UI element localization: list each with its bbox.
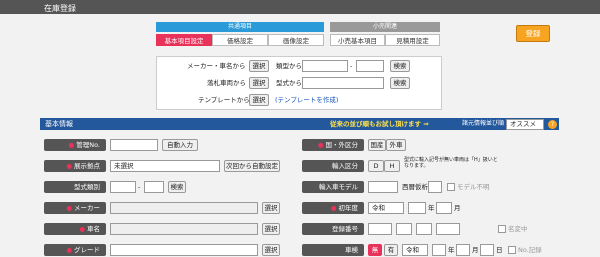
inspection-year-unit: 年: [448, 246, 455, 254]
order-label: 諸元情報並び順: [462, 120, 505, 127]
order-select[interactable]: オススメ: [506, 119, 544, 130]
type-code-input-2[interactable]: [356, 60, 384, 72]
display-location-label: ● 展示拠点: [44, 160, 106, 172]
model-code-input[interactable]: [302, 77, 384, 89]
type-search-label: 類型から: [276, 62, 302, 70]
reg-no-input-3[interactable]: [416, 223, 432, 235]
name-change-checkbox[interactable]: [498, 225, 506, 233]
tab-group-retail-header: 小売関連: [330, 22, 440, 32]
inspection-month-unit: 月: [472, 246, 479, 254]
grade-input[interactable]: [110, 244, 258, 256]
inspection-day-input[interactable]: [480, 244, 494, 256]
mgmt-no-label: ● 管理No.: [44, 139, 106, 151]
car-name-label: ● 車名: [44, 223, 106, 235]
first-reg-label: ● 初年度: [302, 202, 364, 214]
first-reg-year-input[interactable]: [408, 202, 426, 214]
model-type-input-2[interactable]: [144, 181, 164, 193]
grade-select[interactable]: 選択: [262, 244, 280, 256]
no-cert-checkbox[interactable]: [508, 246, 516, 254]
inspection-year-input[interactable]: [432, 244, 446, 256]
model-search-label: 型式から: [276, 79, 302, 87]
maker-select[interactable]: 選択: [262, 202, 280, 214]
type-code-input-1[interactable]: [302, 60, 348, 72]
first-reg-month-input[interactable]: [436, 202, 452, 214]
reg-no-input-1[interactable]: [368, 223, 392, 235]
type-search-button[interactable]: 検索: [390, 60, 410, 72]
import-model-label: 輸入車モデル: [302, 181, 364, 193]
model-unknown-checkbox[interactable]: [447, 183, 455, 191]
order-hint-text: 従来の並び順もお試し頂けます ⇒: [330, 120, 429, 128]
page-title-bar: 在庫登録: [0, 0, 600, 14]
reg-no-input-2[interactable]: [396, 223, 412, 235]
import-h-button[interactable]: H: [384, 160, 400, 172]
model-type-label: 型式類別: [44, 181, 106, 193]
auto-input-button[interactable]: 自動入力: [162, 139, 198, 151]
model-type-search-button[interactable]: 検索: [168, 181, 186, 193]
import-d-button[interactable]: D: [368, 160, 384, 172]
country-label: ● 国・外区分: [302, 139, 364, 151]
template-create-link[interactable]: (テンプレートを作成): [275, 94, 338, 106]
inspection-era-select[interactable]: 令和: [402, 244, 428, 256]
mgmt-no-input[interactable]: [110, 139, 158, 151]
auction-select-button[interactable]: 選択: [249, 77, 269, 89]
template-label: テンプレートから: [198, 96, 250, 104]
western-year-input[interactable]: [428, 181, 442, 193]
tab-estimate-settings[interactable]: 見積用設定: [385, 34, 440, 46]
next-auto-set-button[interactable]: 次回から自動設定: [224, 160, 280, 172]
maker-label: ● メーカー: [44, 202, 106, 214]
grade-label: ● グレード: [44, 244, 106, 256]
inspection-have-button[interactable]: 有: [384, 244, 398, 256]
model-type-sep: -: [138, 183, 141, 191]
model-type-input-1[interactable]: [110, 181, 136, 193]
auction-search-label: 落札車両から: [207, 79, 246, 87]
type-separator: -: [350, 62, 353, 70]
maker-search-label: メーカー・車名から: [187, 62, 246, 70]
display-location-select[interactable]: 未選択: [110, 160, 220, 172]
register-button[interactable]: 登録: [516, 25, 550, 42]
first-reg-year-unit: 年: [428, 204, 435, 212]
basic-info-title: 基本情報: [45, 120, 73, 128]
first-reg-month-unit: 月: [454, 204, 461, 212]
model-unknown-label: モデル不明: [457, 183, 490, 191]
car-name-select[interactable]: 選択: [262, 223, 280, 235]
import-type-label: 輸入区分: [302, 160, 364, 172]
inspection-none-button[interactable]: 無: [368, 244, 382, 256]
reg-no-input-4[interactable]: [436, 223, 460, 235]
model-search-button[interactable]: 検索: [390, 77, 410, 89]
import-note: 型式に輸入記号が無い車両は「H」扱いとなります。: [404, 157, 498, 169]
import-model-input[interactable]: [368, 181, 398, 193]
foreign-button[interactable]: 外車: [386, 139, 406, 151]
tab-basic-settings[interactable]: 基本項目設定: [156, 34, 212, 46]
car-name-input[interactable]: [110, 223, 258, 235]
no-cert-label: No.記録: [518, 246, 542, 254]
western-label: 西暦仮析: [402, 183, 428, 191]
name-change-label: 名変中: [508, 225, 528, 233]
tab-price-settings[interactable]: 価格設定: [212, 34, 268, 46]
domestic-button[interactable]: 国産: [368, 139, 386, 151]
maker-select-button[interactable]: 選択: [249, 60, 269, 72]
tab-image-settings[interactable]: 画像設定: [268, 34, 324, 46]
tab-retail-basic[interactable]: 小売基本項目: [330, 34, 385, 46]
reg-no-label: 登録番号: [302, 223, 364, 235]
help-icon[interactable]: ?: [548, 120, 557, 129]
inspection-day-unit: 日: [496, 246, 503, 254]
page-title: 在庫登録: [44, 4, 76, 13]
tab-group-common-header: 共通項目: [156, 22, 324, 32]
maker-input[interactable]: [110, 202, 258, 214]
first-reg-era-select[interactable]: 令和: [368, 202, 404, 214]
template-select-button[interactable]: 選択: [249, 94, 269, 106]
inspection-month-input[interactable]: [456, 244, 470, 256]
inspection-label: 車検: [302, 244, 364, 256]
